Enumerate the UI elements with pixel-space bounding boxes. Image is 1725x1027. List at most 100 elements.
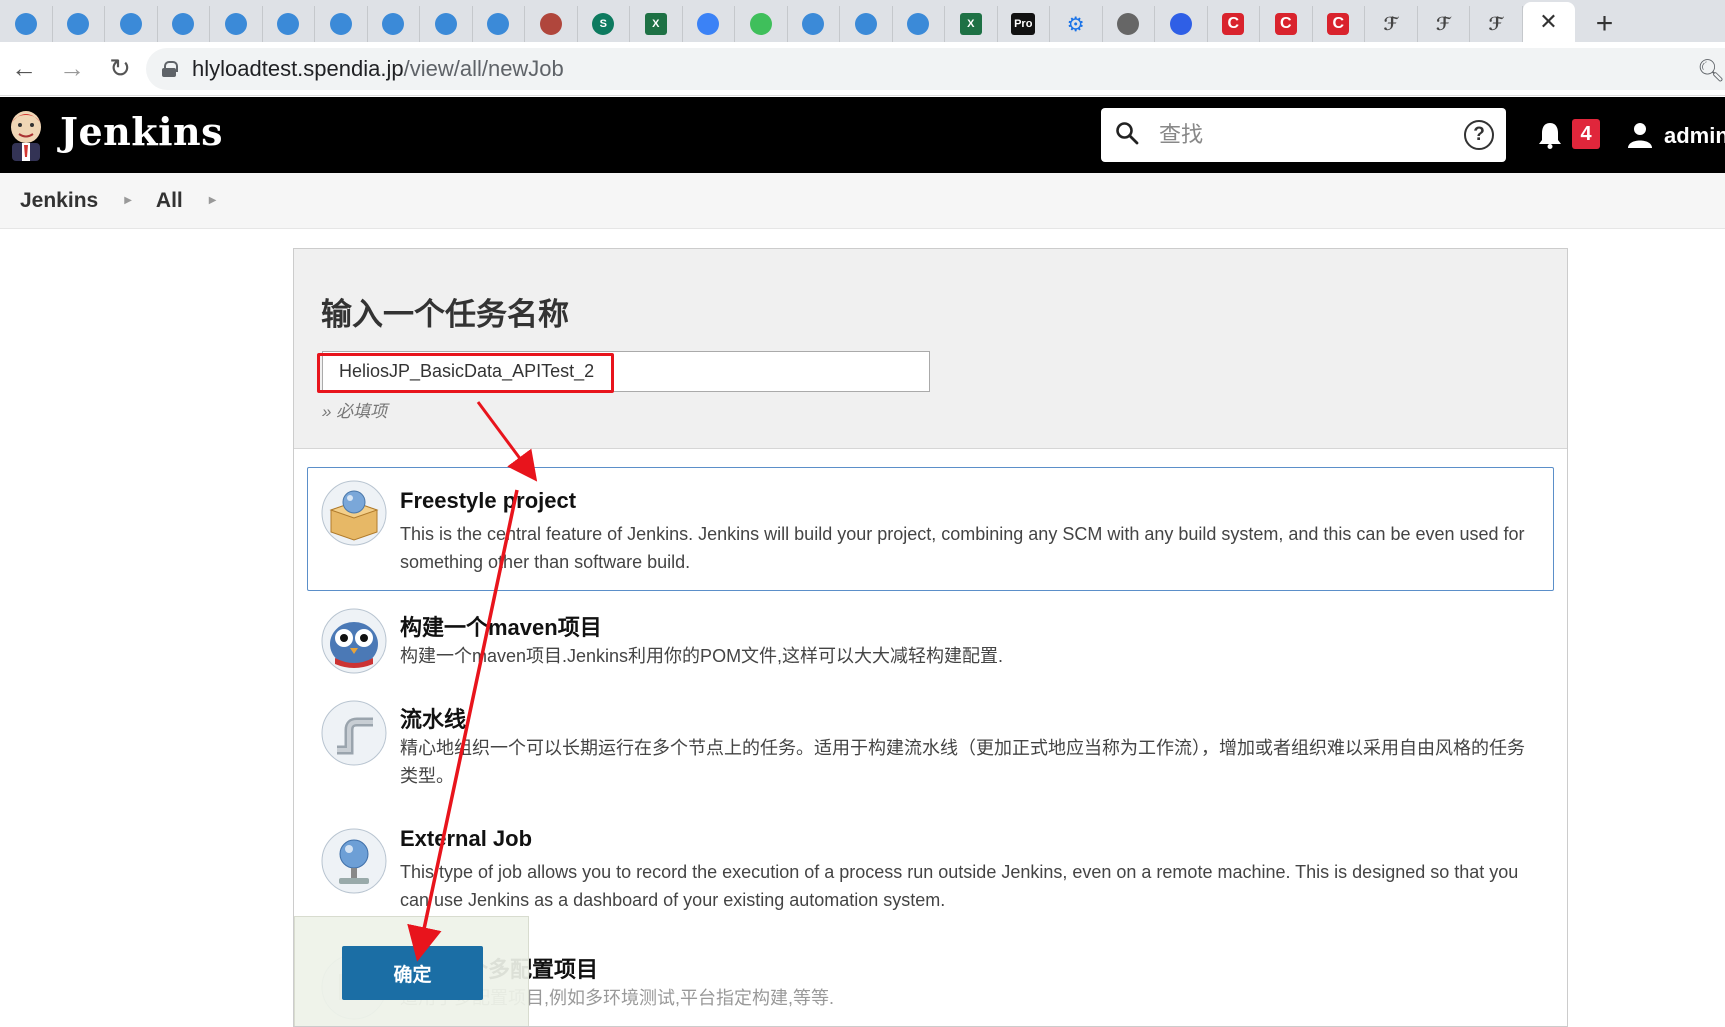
browser-tab[interactable] bbox=[473, 6, 525, 42]
browser-tab[interactable]: X bbox=[630, 6, 683, 42]
bell-icon[interactable] bbox=[1537, 121, 1563, 149]
browser-tab[interactable] bbox=[893, 6, 945, 42]
browser-tab[interactable] bbox=[683, 6, 735, 42]
web-globe-icon bbox=[907, 13, 930, 35]
gear-icon: ⚙ bbox=[1066, 13, 1085, 36]
browser-tab[interactable]: ℱ bbox=[1418, 6, 1470, 42]
browser-tab[interactable] bbox=[525, 6, 578, 42]
url-path: /view/all/newJob bbox=[403, 56, 564, 81]
annotation-highlight-box bbox=[317, 353, 614, 393]
job-type-description: This is the central feature of Jenkins. … bbox=[400, 524, 1525, 572]
reload-button[interactable]: ↻ bbox=[96, 45, 144, 93]
pipeline-icon bbox=[321, 700, 387, 766]
help-icon[interactable]: ? bbox=[1464, 120, 1494, 150]
app-title[interactable]: Jenkins bbox=[60, 109, 223, 154]
job-type-name: Freestyle project bbox=[400, 488, 577, 513]
browser-tab[interactable] bbox=[1103, 6, 1155, 42]
browser-tab[interactable]: Pro bbox=[998, 6, 1050, 42]
browser-tab[interactable] bbox=[158, 6, 210, 42]
back-button[interactable]: ← bbox=[0, 45, 48, 93]
browser-tab[interactable] bbox=[735, 6, 788, 42]
new-job-panel: 输入一个任务名称 » 必填项 Freestyle project This is… bbox=[293, 248, 1568, 1027]
browser-tab[interactable] bbox=[315, 6, 368, 42]
browser-tab[interactable] bbox=[420, 6, 473, 42]
browser-tab[interactable] bbox=[1155, 6, 1208, 42]
breadcrumb: Jenkins ▶ All ▶ bbox=[0, 173, 1725, 229]
script-icon: ℱ bbox=[1435, 13, 1451, 34]
page-title: 输入一个任务名称 bbox=[321, 297, 569, 332]
ok-button[interactable]: 确定 bbox=[342, 946, 483, 1000]
job-name-section: 输入一个任务名称 » 必填项 bbox=[294, 249, 1567, 449]
zoom-icon[interactable]: 🔍︎ bbox=[1697, 58, 1725, 84]
notification-badge[interactable]: 4 bbox=[1572, 119, 1600, 149]
forward-button[interactable]: → bbox=[48, 45, 96, 93]
web-globe-icon bbox=[487, 13, 510, 35]
browser-tab[interactable] bbox=[105, 6, 158, 42]
url-host: hlyloadtest.spendia.jp bbox=[192, 56, 404, 81]
json-icon bbox=[749, 13, 772, 35]
search-box: ? bbox=[1101, 108, 1506, 162]
browser-tab[interactable] bbox=[840, 6, 893, 42]
web-globe-icon bbox=[172, 13, 195, 35]
excel-icon: X bbox=[644, 13, 667, 35]
pro-icon: Pro bbox=[1011, 13, 1036, 35]
ok-button-bar: 确定 bbox=[294, 916, 529, 1026]
breadcrumb-jenkins[interactable]: Jenkins bbox=[20, 189, 98, 213]
c-icon: C bbox=[1274, 13, 1297, 35]
browser-tab[interactable]: S bbox=[578, 6, 630, 42]
job-type-freestyle[interactable]: Freestyle project This is the central fe… bbox=[307, 467, 1554, 591]
job-type-name: 流水线 bbox=[400, 707, 467, 732]
job-type-pipeline[interactable]: 流水线 精心地组织一个可以长期运行在多个节点上的任务。适用于构建流水线（更加正式… bbox=[307, 693, 1554, 805]
active-tab[interactable]: ✕ bbox=[1522, 2, 1575, 42]
job-type-name: 构建一个maven项目 bbox=[400, 615, 602, 640]
search-input[interactable] bbox=[1159, 117, 1449, 153]
chevron-right-icon[interactable]: ▶ bbox=[209, 195, 217, 206]
web-globe-icon bbox=[14, 13, 37, 35]
required-note: » 必填项 bbox=[322, 402, 388, 421]
script-icon: ℱ bbox=[1488, 13, 1504, 34]
browser-tab[interactable]: ⚙ bbox=[1050, 6, 1103, 42]
browser-tab[interactable] bbox=[0, 6, 53, 42]
c-icon: C bbox=[1222, 13, 1245, 35]
sharepoint-icon: S bbox=[592, 13, 615, 35]
address-bar: ← → ↻ hlyloadtest.spendia.jp/view/all/ne… bbox=[0, 42, 1725, 96]
web-globe-icon bbox=[67, 13, 90, 35]
maven-owl-icon bbox=[321, 608, 387, 674]
excel-icon: X bbox=[959, 13, 982, 35]
jenkins-header: Jenkins ? 4 admin bbox=[0, 97, 1725, 173]
chevron-right-icon[interactable]: ▶ bbox=[124, 195, 132, 206]
browser-tab[interactable] bbox=[788, 6, 840, 42]
job-type-name: External Job bbox=[400, 826, 533, 851]
username-link[interactable]: admin bbox=[1664, 123, 1725, 149]
job-type-description: This type of job allows you to record th… bbox=[400, 862, 1519, 910]
web-globe-icon bbox=[329, 13, 352, 35]
browser-tab[interactable] bbox=[368, 6, 420, 42]
browser-tab[interactable] bbox=[53, 6, 105, 42]
c-icon: C bbox=[1327, 13, 1350, 35]
web-globe-icon bbox=[119, 13, 142, 35]
job-type-description: 构建一个maven项目.Jenkins利用你的POM文件,这样可以大大减轻构建配… bbox=[400, 646, 1004, 666]
job-type-description: 精心地组织一个可以长期运行在多个节点上的任务。适用于构建流水线（更加正式地应当称… bbox=[400, 738, 1525, 786]
user-icon[interactable] bbox=[1628, 122, 1652, 148]
browser-tab[interactable]: C bbox=[1260, 6, 1313, 42]
freestyle-box-icon bbox=[321, 480, 387, 546]
web-globe-icon bbox=[854, 13, 877, 35]
new-tab-button[interactable]: + bbox=[1575, 6, 1635, 42]
browser-tab[interactable]: C bbox=[1313, 6, 1365, 42]
close-tab-icon[interactable]: ✕ bbox=[1539, 9, 1557, 35]
breadcrumb-all[interactable]: All bbox=[156, 189, 183, 213]
web-globe-icon bbox=[224, 13, 247, 35]
web-globe-icon bbox=[277, 13, 300, 35]
browser-tab[interactable]: X bbox=[945, 6, 998, 42]
browser-tab[interactable] bbox=[210, 6, 263, 42]
job-type-maven[interactable]: 构建一个maven项目 构建一个maven项目.Jenkins利用你的POM文件… bbox=[307, 601, 1554, 691]
globe-gray-icon bbox=[1117, 13, 1140, 35]
url-field[interactable]: hlyloadtest.spendia.jp/view/all/newJob 🔍… bbox=[146, 48, 1725, 90]
job-type-description: 适用于多配置项目,例如多环境测试,平台指定构建,等等. bbox=[400, 988, 835, 1008]
browser-tab[interactable] bbox=[263, 6, 315, 42]
browser-tab[interactable]: C bbox=[1208, 6, 1260, 42]
jenkins-logo-icon[interactable] bbox=[6, 107, 46, 163]
web-globe-icon bbox=[802, 13, 825, 35]
browser-tab[interactable]: ℱ bbox=[1365, 6, 1418, 42]
browser-tab[interactable]: ℱ bbox=[1470, 6, 1523, 42]
